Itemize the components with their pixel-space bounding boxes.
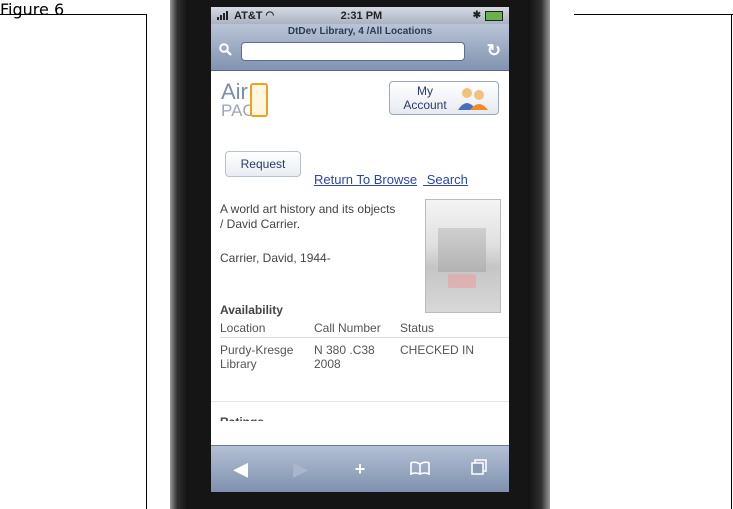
column-header-status: Status xyxy=(400,321,435,335)
my-account-label: My Account xyxy=(400,84,450,112)
status-time: 2:31 PM xyxy=(340,9,383,22)
record-title: A world art history and its objects / Da… xyxy=(220,202,396,231)
column-header-call-number: Call Number xyxy=(314,321,381,335)
signal-icon xyxy=(217,11,231,20)
cell-call-number: N 380 .C38 2008 xyxy=(314,343,375,371)
my-account-line1: My xyxy=(417,84,433,98)
carrier-label: AT&T xyxy=(234,9,263,22)
wifi-icon: ◠ xyxy=(265,10,275,21)
phone-bezel-left xyxy=(170,0,188,509)
browser-page-title: DtDev Library, 4 /All Locations xyxy=(287,26,433,37)
status-bar: AT&T ◠ 2:31 PM ✱ xyxy=(211,7,509,24)
search-link[interactable]: Search xyxy=(427,172,468,187)
table-border-top-left xyxy=(0,14,146,15)
browser-toolbar: ◀ ▶ + xyxy=(211,445,509,492)
pages-icon[interactable] xyxy=(459,458,499,480)
reload-icon[interactable]: ↻ xyxy=(487,41,501,61)
cell-status: CHECKED IN xyxy=(400,343,475,357)
table-border-top-right xyxy=(574,14,733,15)
my-account-button[interactable]: My Account xyxy=(389,81,499,115)
table-border-left xyxy=(146,14,147,509)
carrier-group: AT&T ◠ xyxy=(217,10,274,22)
table-header: Location Call Number Status xyxy=(220,321,509,338)
nav-links: Return To Browse Search xyxy=(314,172,474,187)
cover-inner xyxy=(438,228,486,272)
cover-text-mark xyxy=(448,274,476,288)
table-border-right xyxy=(731,14,732,509)
table-row: Purdy-Kresge Library N 380 .C38 2008 CHE… xyxy=(220,338,509,371)
forward-arrow-icon[interactable]: ▶ xyxy=(280,459,320,480)
phone-bezel-right xyxy=(528,0,550,509)
battery-icon xyxy=(485,10,503,21)
logo-phone-icon xyxy=(250,83,268,117)
return-to-browse-link[interactable]: Return To Browse xyxy=(314,172,417,187)
airpac-logo: Air PAC xyxy=(221,79,281,120)
section-divider xyxy=(211,401,509,402)
cell-location: Purdy-Kresge Library xyxy=(220,343,294,371)
phone-screen: AT&T ◠ 2:31 PM ✱ DtDev Library, 4 /All L… xyxy=(211,7,509,492)
iphone-device: AT&T ◠ 2:31 PM ✱ DtDev Library, 4 /All L… xyxy=(170,0,550,509)
availability-table: Location Call Number Status Purdy-Kresge… xyxy=(220,321,509,371)
browser-address-bar: DtDev Library, 4 /All Locations ↻ xyxy=(211,24,509,71)
bluetooth-icon: ✱ xyxy=(472,10,481,21)
availability-heading: Availability xyxy=(220,303,283,317)
page-content: Air PAC My Account Request Return To Bro… xyxy=(211,71,509,446)
plus-icon[interactable]: + xyxy=(340,459,380,480)
address-input[interactable] xyxy=(241,42,465,61)
my-account-line2: Account xyxy=(403,98,447,112)
record-author: Carrier, David, 1944- xyxy=(220,251,331,265)
next-section-heading-partial: Ratings xyxy=(220,413,264,421)
column-header-location: Location xyxy=(220,321,266,335)
bookmarks-icon[interactable] xyxy=(400,459,440,480)
request-button[interactable]: Request xyxy=(225,151,301,177)
figure-caption: Figure 6 xyxy=(0,0,65,19)
search-icon[interactable] xyxy=(219,43,232,56)
back-arrow-icon[interactable]: ◀ xyxy=(221,459,261,480)
book-cover-image[interactable] xyxy=(425,199,501,313)
people-icon xyxy=(458,88,488,110)
